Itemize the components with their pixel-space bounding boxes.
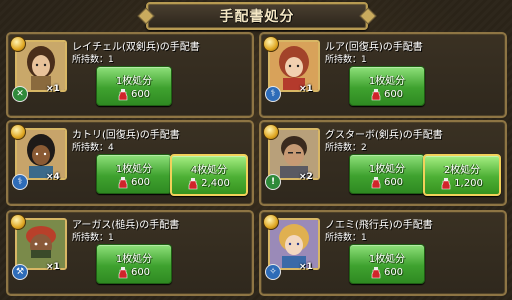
gold-coin-icon xyxy=(263,214,279,230)
quantity-multiplier: ×1 xyxy=(299,84,313,94)
card-name: アーガス(槌兵)の手配書 xyxy=(72,220,180,231)
owned-count: 所持数：1 xyxy=(325,55,367,65)
button-value: 600 xyxy=(130,267,151,278)
potion-icon xyxy=(371,176,381,188)
card-name: ルア(回復兵)の手配書 xyxy=(325,42,423,53)
button-value: 600 xyxy=(383,177,404,188)
button-label: 1枚処分 xyxy=(115,163,153,175)
owned-count: 所持数：1 xyxy=(72,55,114,65)
button-value: 1,200 xyxy=(454,178,483,189)
button-label: 1枚処分 xyxy=(115,253,153,265)
potion-icon xyxy=(118,176,128,188)
button-value: 600 xyxy=(383,89,404,100)
dispose-1-button[interactable]: 1枚処分 600 xyxy=(96,244,172,284)
wing-icon: ✧ xyxy=(265,264,281,280)
staff-icon: ⚕ xyxy=(12,174,28,190)
quantity-multiplier: ×1 xyxy=(46,262,60,272)
quantity-multiplier: ×1 xyxy=(299,262,313,272)
owned-count: 所持数：2 xyxy=(325,143,367,153)
gold-coin-icon xyxy=(10,214,26,230)
gold-coin-icon xyxy=(10,36,26,52)
button-label: 1枚処分 xyxy=(368,253,406,265)
staff-icon: ⚕ xyxy=(265,86,281,102)
page-title: 手配書処分 xyxy=(219,9,295,25)
card-name: ノエミ(飛行兵)の手配書 xyxy=(325,220,433,231)
quantity-multiplier: ×2 xyxy=(299,172,313,182)
gold-coin-icon xyxy=(263,36,279,52)
potion-icon xyxy=(371,88,381,100)
button-label: 2枚処分 xyxy=(443,164,481,176)
bounty-card-argus: ⚒ ×1 アーガス(槌兵)の手配書 所持数：1 1枚処分 600 xyxy=(6,210,254,296)
gold-coin-icon xyxy=(10,124,26,140)
button-label: 1枚処分 xyxy=(368,163,406,175)
dispose-1-button[interactable]: 1枚処分 600 xyxy=(96,66,172,106)
potion-icon xyxy=(188,177,198,189)
gold-coin-icon xyxy=(263,124,279,140)
sword-icon: ! xyxy=(265,174,281,190)
dispose-1-button[interactable]: 1枚処分 600 xyxy=(349,154,425,194)
owned-count: 所持数：4 xyxy=(72,143,114,153)
dispose-1-button[interactable]: 1枚処分 600 xyxy=(96,154,172,194)
button-label: 1枚処分 xyxy=(115,75,153,87)
potion-icon xyxy=(118,88,128,100)
potion-icon xyxy=(441,177,451,189)
dispose-1-button[interactable]: 1枚処分 600 xyxy=(349,244,425,284)
button-value: 2,400 xyxy=(201,178,230,189)
hammer-icon: ⚒ xyxy=(12,264,28,280)
bounty-card-noemi: ✧ ×1 ノエミ(飛行兵)の手配書 所持数：1 1枚処分 600 xyxy=(259,210,507,296)
button-label: 4枚処分 xyxy=(190,164,228,176)
card-name: グスターボ(剣兵)の手配書 xyxy=(325,130,443,141)
dispose-1-button[interactable]: 1枚処分 600 xyxy=(349,66,425,106)
quantity-multiplier: ×4 xyxy=(46,172,60,182)
dispose-all-button[interactable]: 2枚処分 1,200 xyxy=(423,154,501,196)
potion-icon xyxy=(118,266,128,278)
potion-icon xyxy=(371,266,381,278)
owned-count: 所持数：1 xyxy=(72,233,114,243)
button-label: 1枚処分 xyxy=(368,75,406,87)
bounty-card-rachel: ✕ ×1 レイチェル(双剣兵)の手配書 所持数：1 1枚処分 600 xyxy=(6,32,254,118)
dispose-all-button[interactable]: 4枚処分 2,400 xyxy=(170,154,248,196)
crossed-swords-icon: ✕ xyxy=(12,86,28,102)
card-name: レイチェル(双剣兵)の手配書 xyxy=(72,42,200,53)
bounty-card-gustavo: ! ×2 グスターボ(剣兵)の手配書 所持数：2 1枚処分 600 2枚処分 1… xyxy=(259,120,507,206)
quantity-multiplier: ×1 xyxy=(46,84,60,94)
card-name: カトリ(回復兵)の手配書 xyxy=(72,130,180,141)
title-banner: 手配書処分 xyxy=(146,2,368,30)
owned-count: 所持数：1 xyxy=(325,233,367,243)
button-value: 600 xyxy=(383,267,404,278)
bounty-card-katori: ⚕ ×4 カトリ(回復兵)の手配書 所持数：4 1枚処分 600 4枚処分 2,… xyxy=(6,120,254,206)
button-value: 600 xyxy=(130,89,151,100)
button-value: 600 xyxy=(130,177,151,188)
bounty-card-rua: ⚕ ×1 ルア(回復兵)の手配書 所持数：1 1枚処分 600 xyxy=(259,32,507,118)
